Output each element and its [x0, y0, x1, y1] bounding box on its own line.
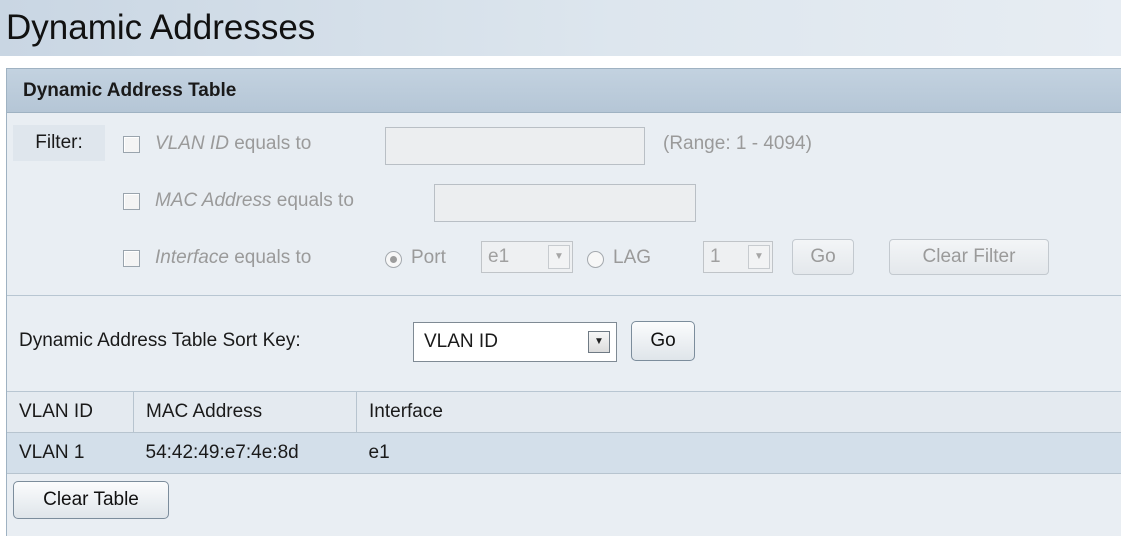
vlan-id-input[interactable] — [385, 127, 645, 165]
address-table: VLAN ID MAC Address Interface VLAN 1 54:… — [7, 392, 1121, 474]
clear-filter-button[interactable]: Clear Filter — [889, 239, 1049, 275]
sort-go-button[interactable]: Go — [631, 321, 695, 361]
mac-equals-text: equals to — [271, 190, 354, 211]
interface-equals-text: equals to — [228, 247, 312, 268]
port-select[interactable]: e1 ▼ — [481, 241, 573, 273]
chevron-down-icon: ▼ — [588, 331, 610, 353]
cell-mac: 54:42:49:e7:4e:8d — [133, 432, 357, 474]
page-title: Dynamic Addresses — [0, 0, 1121, 56]
lag-select-value: 1 — [710, 246, 721, 267]
interface-field-name: Interface — [155, 247, 229, 268]
vlan-filter-checkbox[interactable] — [123, 136, 140, 153]
sort-key-value: VLAN ID — [424, 331, 498, 352]
interface-filter-label: Interface equals to — [155, 247, 311, 269]
column-header-vlan-id: VLAN ID — [7, 392, 134, 433]
dynamic-address-panel: Dynamic Address Table Filter: VLAN ID eq… — [6, 68, 1121, 536]
lag-label: LAG — [613, 247, 652, 268]
clear-table-button[interactable]: Clear Table — [13, 481, 169, 519]
column-header-interface: Interface — [356, 392, 1121, 433]
sort-key-label: Dynamic Address Table Sort Key: — [19, 330, 301, 351]
port-radio[interactable] — [385, 251, 402, 268]
port-select-value: e1 — [488, 246, 510, 267]
filter-label: Filter: — [13, 125, 105, 161]
lag-radio[interactable] — [587, 251, 604, 268]
vlan-equals-text: equals to — [228, 133, 312, 154]
table-footer: Clear Table — [7, 474, 1121, 524]
filter-section: Filter: VLAN ID equals to (Range: 1 - 40… — [7, 113, 1121, 296]
chevron-down-icon: ▼ — [748, 245, 770, 269]
chevron-down-icon: ▼ — [548, 245, 570, 269]
panel-title: Dynamic Address Table — [7, 69, 1121, 113]
mac-filter-label: MAC Address equals to — [155, 190, 354, 212]
interface-filter-checkbox[interactable] — [123, 250, 140, 267]
port-label: Port — [411, 247, 446, 268]
sort-section: Dynamic Address Table Sort Key: VLAN ID ▼… — [7, 296, 1121, 392]
cell-interface: e1 — [356, 432, 1121, 474]
sort-key-select[interactable]: VLAN ID ▼ — [413, 322, 617, 362]
column-header-mac-address: MAC Address — [133, 392, 357, 433]
mac-address-input[interactable] — [434, 184, 696, 222]
table-header-row: VLAN ID MAC Address Interface — [7, 392, 1121, 433]
filter-go-button[interactable]: Go — [792, 239, 854, 275]
lag-select[interactable]: 1 ▼ — [703, 241, 773, 273]
table-row: VLAN 1 54:42:49:e7:4e:8d e1 — [7, 432, 1121, 474]
vlan-range-hint: (Range: 1 - 4094) — [663, 133, 812, 154]
mac-field-name: MAC Address — [155, 190, 272, 211]
vlan-field-name: VLAN ID — [155, 133, 229, 154]
vlan-filter-label: VLAN ID equals to — [155, 133, 311, 155]
mac-filter-checkbox[interactable] — [123, 193, 140, 210]
radio-selected-dot — [390, 256, 397, 263]
cell-vlan: VLAN 1 — [7, 432, 134, 474]
